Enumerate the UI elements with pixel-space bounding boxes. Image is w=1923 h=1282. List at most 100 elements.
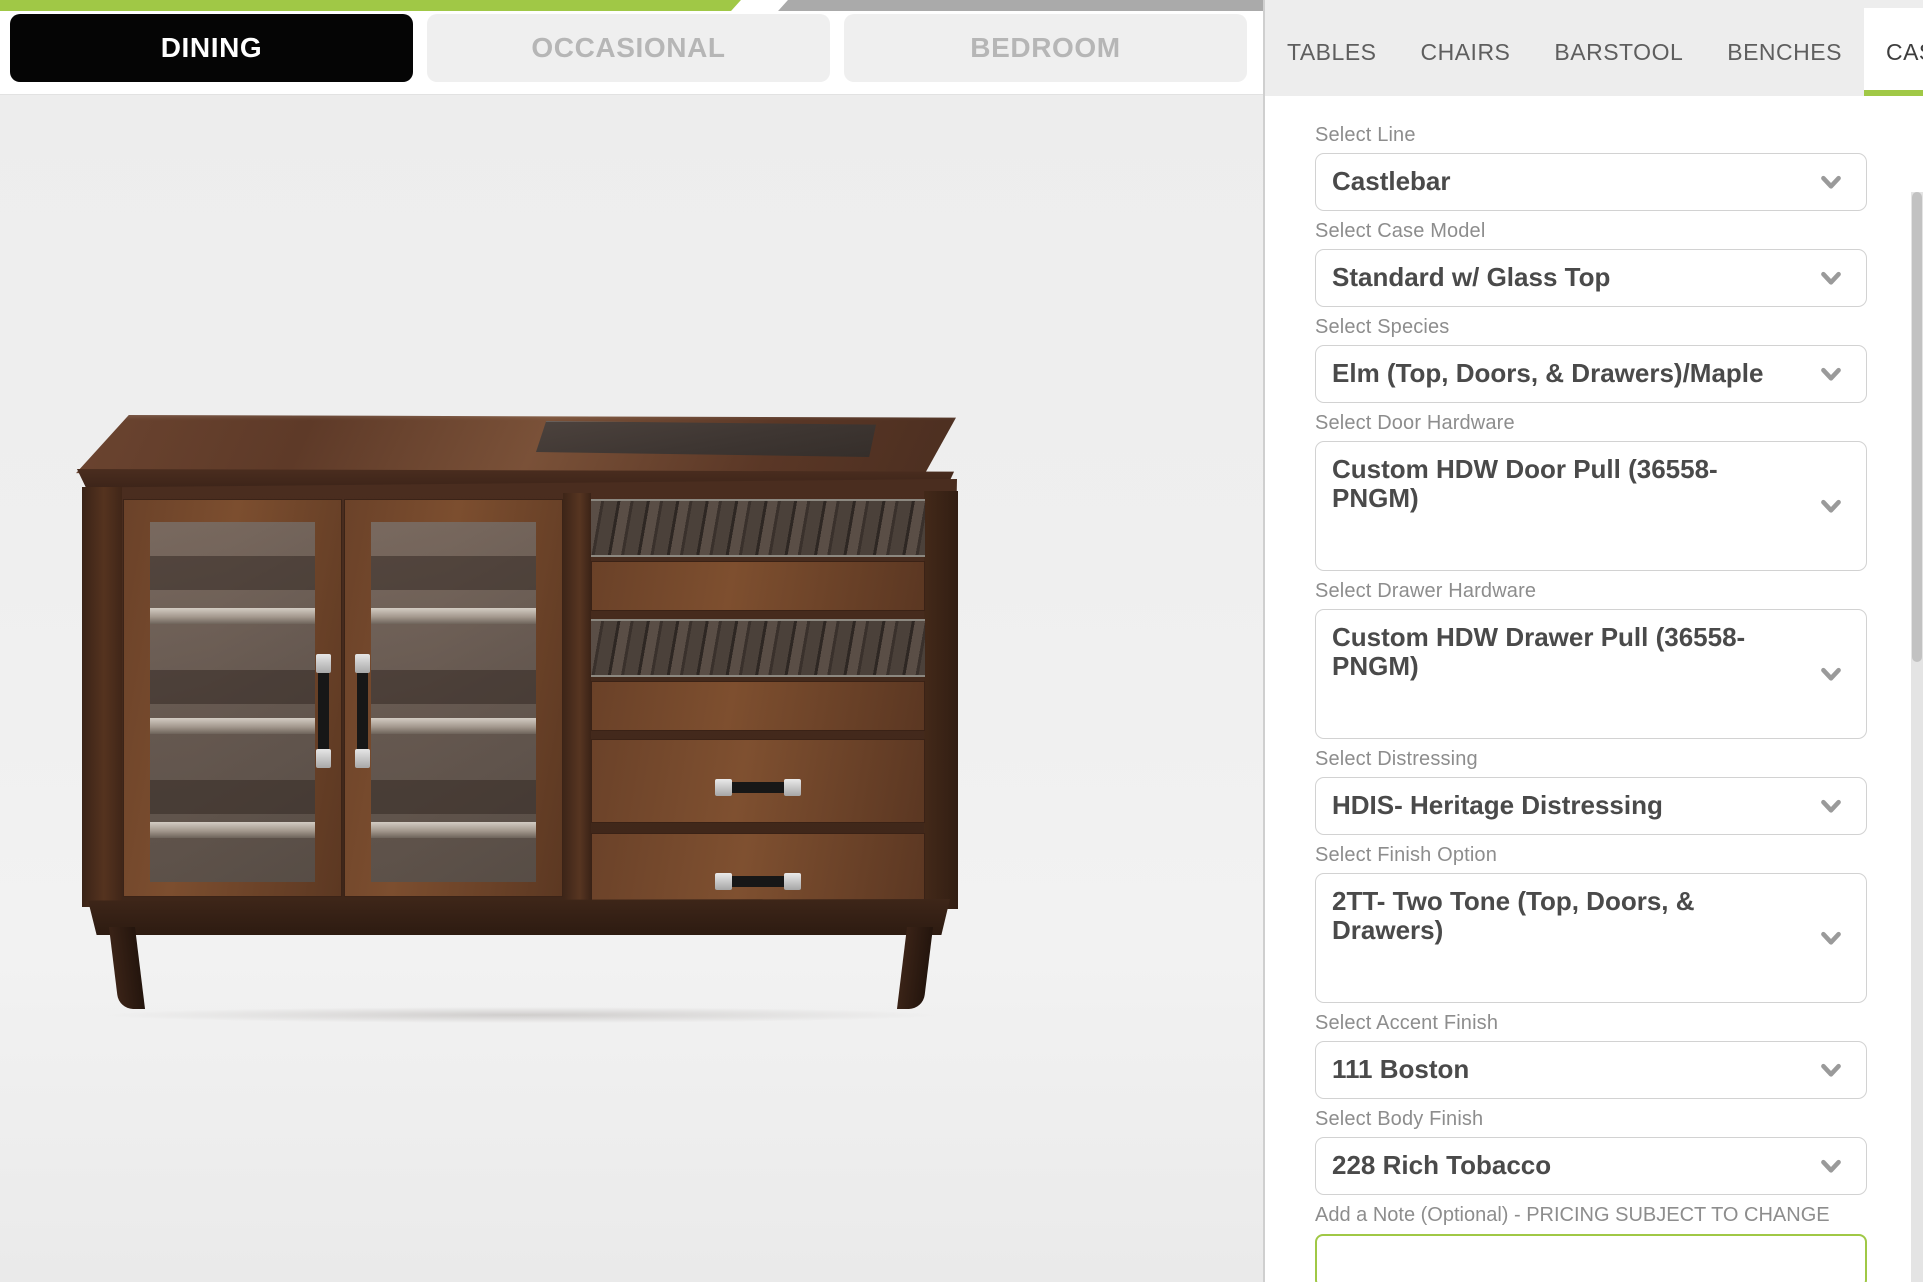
product-3d-viewer[interactable] — [0, 95, 1263, 1282]
select-case-model-dropdown[interactable]: Standard w/ Glass Top — [1315, 249, 1867, 307]
field-select-distressing: Select Distressing HDIS- Heritage Distre… — [1315, 748, 1867, 835]
select-door-hardware-value: Custom HDW Door Pull (36558-PNGM) — [1332, 454, 1718, 514]
note-input[interactable] — [1315, 1234, 1867, 1282]
chevron-down-icon — [1818, 493, 1844, 519]
interior-shadow — [371, 670, 536, 704]
chevron-down-icon — [1818, 1057, 1844, 1083]
category-tab-bar: DINING OCCASIONAL BEDROOM — [0, 0, 1263, 94]
note-field-label: Add a Note (Optional) - PRICING SUBJECT … — [1315, 1204, 1830, 1226]
glass-door-group — [122, 499, 564, 897]
product-tab-barstool[interactable]: BARSTOOL — [1532, 8, 1705, 96]
product-tab-benches[interactable]: BENCHES — [1705, 8, 1864, 96]
interior-shelf — [150, 718, 315, 734]
product-tab-label: BENCHES — [1727, 38, 1842, 65]
accent-bar-green — [0, 0, 741, 11]
case-base-rail — [88, 899, 950, 935]
options-pane: TABLES CHAIRS BARSTOOL BENCHES CASES Sel… — [1263, 0, 1923, 1282]
product-tab-chairs[interactable]: CHAIRS — [1399, 8, 1533, 96]
field-label: Select Species — [1315, 316, 1450, 338]
case-right-column — [591, 499, 925, 917]
drawer-upper — [591, 739, 925, 823]
interior-shadow — [150, 780, 315, 814]
glass-door-left — [123, 499, 342, 897]
select-accent-finish-dropdown[interactable]: 111 Boston — [1315, 1041, 1867, 1099]
category-tab-label: BEDROOM — [970, 32, 1121, 63]
select-accent-finish-value: 111 Boston — [1332, 1054, 1470, 1085]
field-select-case-model: Select Case Model Standard w/ Glass Top — [1315, 220, 1867, 307]
select-finish-option-dropdown[interactable]: 2TT- Two Tone (Top, Doors, & Drawers) — [1315, 873, 1867, 1003]
select-body-finish-dropdown[interactable]: 228 Rich Tobacco — [1315, 1137, 1867, 1195]
field-select-drawer-hardware: Select Drawer Hardware Custom HDW Drawer… — [1315, 580, 1867, 739]
select-finish-option-value: 2TT- Two Tone (Top, Doors, & Drawers) — [1332, 886, 1695, 946]
interior-shelf — [371, 822, 536, 838]
chevron-down-icon — [1818, 925, 1844, 951]
product-tab-tables[interactable]: TABLES — [1265, 8, 1399, 96]
product-tab-bar: TABLES CHAIRS BARSTOOL BENCHES CASES — [1265, 0, 1923, 96]
select-drawer-hardware-value: Custom HDW Drawer Pull (36558-PNGM) — [1332, 622, 1746, 682]
interior-shadow — [150, 670, 315, 704]
select-line-value: Castlebar — [1332, 166, 1451, 197]
configurator-app: DINING OCCASIONAL BEDROOM TABLES CHAIRS … — [0, 0, 1923, 1282]
product-tab-label: BARSTOOL — [1554, 38, 1684, 65]
options-scrollbar[interactable] — [1911, 192, 1923, 1282]
interior-shadow — [371, 780, 536, 814]
drawer-pull-hardware — [715, 873, 801, 890]
glass-door-right — [344, 499, 563, 897]
scrollbar-thumb[interactable] — [1912, 192, 1922, 662]
accent-bar-gray — [778, 0, 1263, 11]
door-glass-panel — [150, 522, 315, 882]
wine-rack-front-panel — [591, 561, 925, 611]
chevron-down-icon — [1818, 661, 1844, 687]
case-left-post — [82, 487, 122, 907]
case-leg-right — [896, 927, 934, 1009]
field-select-finish-option: Select Finish Option 2TT- Two Tone (Top,… — [1315, 844, 1867, 1003]
door-pull-hardware — [355, 654, 370, 768]
field-label: Select Case Model — [1315, 220, 1486, 242]
select-line-dropdown[interactable]: Castlebar — [1315, 153, 1867, 211]
wine-rack-lower — [591, 619, 925, 677]
wine-rack-slats — [591, 621, 925, 675]
interior-shelf — [150, 608, 315, 624]
interior-shelf — [371, 718, 536, 734]
wine-rack-front-panel — [591, 681, 925, 731]
select-distressing-dropdown[interactable]: HDIS- Heritage Distressing — [1315, 777, 1867, 835]
field-label: Select Distressing — [1315, 748, 1478, 770]
case-leg-left — [108, 927, 146, 1009]
configurator-form: Select Line Castlebar Select Case Model … — [1265, 96, 1923, 1282]
field-select-accent-finish: Select Accent Finish 111 Boston — [1315, 1012, 1867, 1099]
select-species-dropdown[interactable]: Elm (Top, Doors, & Drawers)/Maple — [1315, 345, 1867, 403]
category-tab-bedroom[interactable]: BEDROOM — [844, 14, 1247, 82]
interior-shelf — [371, 608, 536, 624]
door-glass-panel — [371, 522, 536, 882]
field-select-door-hardware: Select Door Hardware Custom HDW Door Pul… — [1315, 412, 1867, 571]
field-label: Select Door Hardware — [1315, 412, 1515, 434]
case-right-post — [924, 491, 958, 909]
select-species-value: Elm (Top, Doors, & Drawers)/Maple — [1332, 358, 1764, 389]
floor-shadow — [106, 1007, 936, 1023]
header-accent-strip — [0, 0, 1263, 11]
drawer-pull-hardware — [715, 779, 801, 796]
category-tab-occasional[interactable]: OCCASIONAL — [427, 14, 830, 82]
case-center-stile — [563, 493, 591, 903]
chevron-down-icon — [1818, 361, 1844, 387]
wine-rack-upper — [591, 499, 925, 557]
field-select-body-finish: Select Body Finish 228 Rich Tobacco — [1315, 1108, 1867, 1195]
category-tab-dining[interactable]: DINING — [10, 14, 413, 82]
product-tab-label: TABLES — [1287, 38, 1377, 65]
chevron-down-icon — [1818, 169, 1844, 195]
glass-top-inset — [536, 421, 876, 457]
select-distressing-value: HDIS- Heritage Distressing — [1332, 790, 1663, 821]
product-render — [66, 331, 966, 1023]
select-door-hardware-dropdown[interactable]: Custom HDW Door Pull (36558-PNGM) — [1315, 441, 1867, 571]
wine-rack-slats — [591, 501, 925, 555]
product-tab-label: CHAIRS — [1420, 38, 1511, 65]
select-case-model-value: Standard w/ Glass Top — [1332, 262, 1611, 293]
chevron-down-icon — [1818, 793, 1844, 819]
select-drawer-hardware-dropdown[interactable]: Custom HDW Drawer Pull (36558-PNGM) — [1315, 609, 1867, 739]
chevron-down-icon — [1818, 265, 1844, 291]
product-viewer-pane: DINING OCCASIONAL BEDROOM — [0, 0, 1263, 1282]
category-tab-label: OCCASIONAL — [531, 32, 726, 63]
interior-shadow — [150, 556, 315, 590]
product-tab-cases[interactable]: CASES — [1863, 8, 1923, 96]
interior-shadow — [371, 556, 536, 590]
